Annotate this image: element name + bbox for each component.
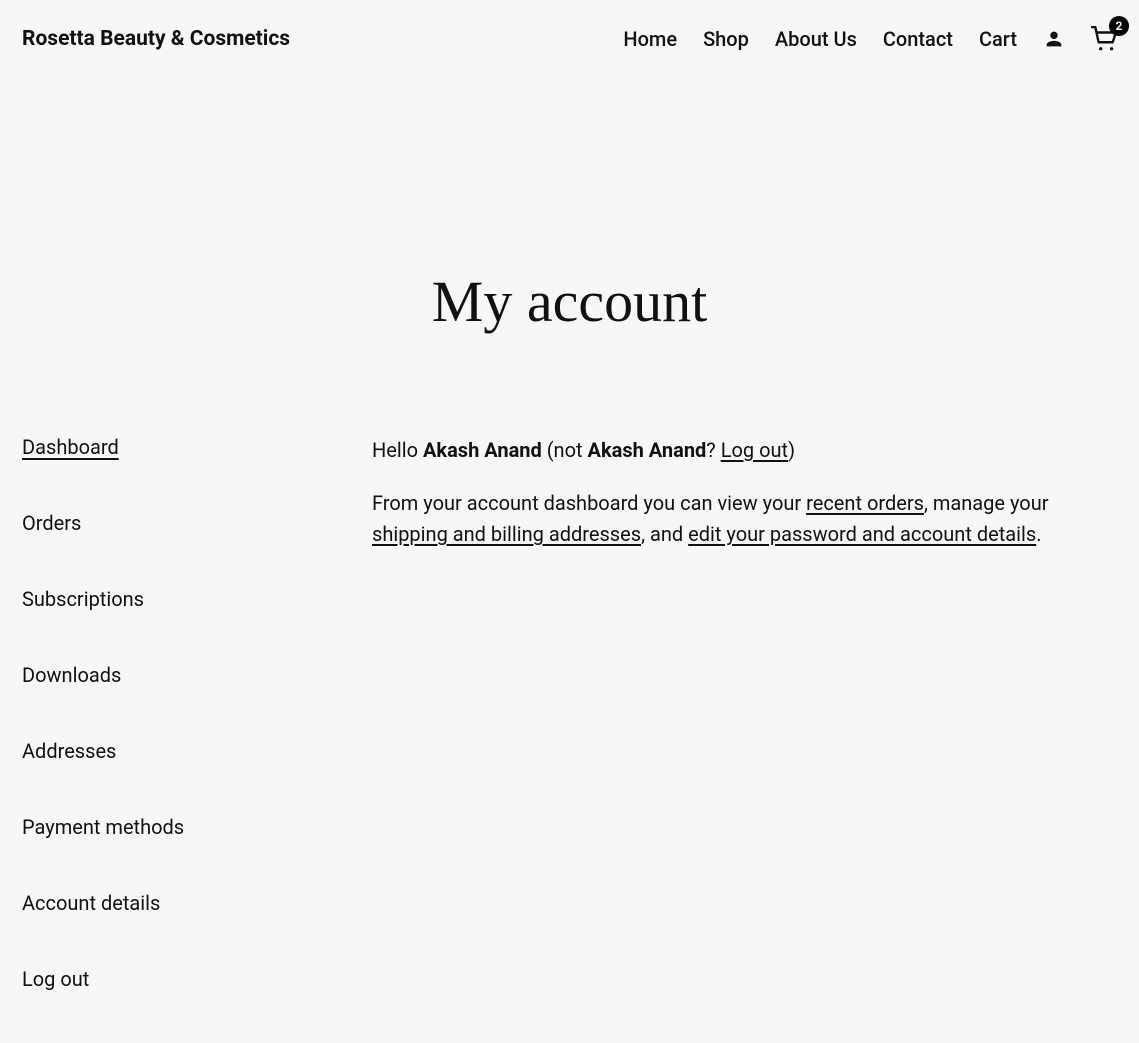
desc-text-b: , manage your	[924, 491, 1049, 515]
page-title: My account	[0, 268, 1139, 335]
greeting-question: ?	[706, 438, 720, 462]
sidebar-item-downloads[interactable]: Downloads	[22, 663, 372, 687]
sidebar-item-addresses[interactable]: Addresses	[22, 739, 372, 763]
account-content: Hello Akash Anand (not Akash Anand? Log …	[372, 435, 1117, 1043]
addresses-link[interactable]: shipping and billing addresses	[372, 522, 641, 546]
greeting-not-prefix: (not	[542, 438, 588, 462]
nav-about[interactable]: About Us	[775, 27, 857, 51]
dashboard-description: From your account dashboard you can view…	[372, 488, 1117, 550]
nav-shop[interactable]: Shop	[703, 27, 749, 51]
greeting-line: Hello Akash Anand (not Akash Anand? Log …	[372, 435, 1117, 466]
cart-count-badge: 2	[1109, 16, 1129, 36]
nav-contact[interactable]: Contact	[883, 27, 953, 51]
greeting-username: Akash Anand	[423, 438, 542, 462]
nav-home[interactable]: Home	[623, 27, 677, 51]
desc-text-d: .	[1036, 522, 1041, 546]
sidebar-item-payment-methods[interactable]: Payment methods	[22, 815, 372, 839]
sidebar-item-orders[interactable]: Orders	[22, 511, 372, 535]
account-sidebar: Dashboard Orders Subscriptions Downloads…	[22, 435, 372, 1043]
recent-orders-link[interactable]: recent orders	[806, 491, 924, 515]
greeting-hello: Hello	[372, 438, 423, 462]
account-details-link[interactable]: edit your password and account details	[688, 522, 1036, 546]
greeting-not-username: Akash Anand	[588, 438, 707, 462]
sidebar-item-account-details[interactable]: Account details	[22, 891, 372, 915]
nav-cart[interactable]: Cart	[979, 27, 1017, 51]
desc-text-c: , and	[641, 522, 688, 546]
logout-link[interactable]: Log out	[721, 438, 788, 462]
sidebar-item-logout[interactable]: Log out	[22, 967, 372, 991]
desc-text-a: From your account dashboard you can view…	[372, 491, 806, 515]
site-title[interactable]: Rosetta Beauty & Cosmetics	[22, 27, 290, 51]
greeting-close-paren: )	[788, 438, 795, 462]
account-icon[interactable]	[1043, 28, 1065, 50]
sidebar-item-dashboard[interactable]: Dashboard	[22, 435, 372, 459]
sidebar-item-subscriptions[interactable]: Subscriptions	[22, 587, 372, 611]
cart-icon[interactable]: 2	[1091, 26, 1117, 52]
